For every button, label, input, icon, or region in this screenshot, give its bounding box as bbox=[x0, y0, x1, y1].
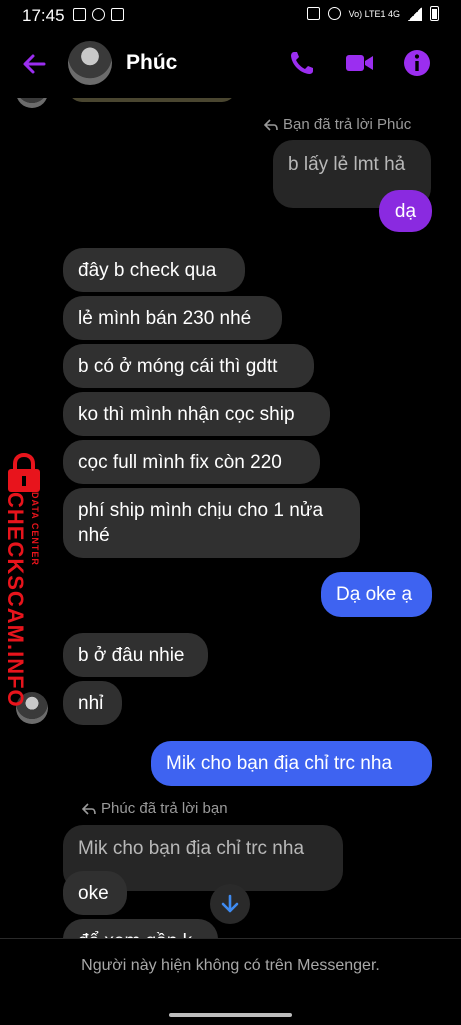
message-line: phí ship mình chịu cho 1 nửa bbox=[78, 500, 324, 521]
received-message-partial[interactable]: để xem gần k bbox=[63, 919, 218, 938]
video-call-icon[interactable] bbox=[344, 48, 374, 78]
received-message[interactable]: nhỉ bbox=[63, 681, 122, 725]
footer: Người này hiện không có trên Messenger. bbox=[0, 938, 461, 1025]
reply-icon bbox=[82, 802, 96, 815]
received-message[interactable]: đây b check qua bbox=[63, 248, 245, 292]
network-label: Vo) LTE1 4G bbox=[348, 8, 400, 19]
back-arrow-icon[interactable] bbox=[18, 48, 50, 80]
messenger-icon bbox=[92, 8, 105, 21]
sent-message[interactable]: Mik cho bạn địa chỉ trc nha bbox=[151, 741, 432, 786]
sent-message[interactable]: Dạ oke ạ bbox=[321, 572, 432, 617]
watermark-subtext: DATA CENTER bbox=[30, 492, 40, 566]
contact-avatar-small bbox=[16, 98, 48, 108]
received-message[interactable]: b có ở móng cái thì gdtt bbox=[63, 344, 314, 388]
home-indicator[interactable] bbox=[169, 1013, 292, 1017]
phone-call-icon[interactable] bbox=[287, 48, 317, 78]
status-bar: 17:45 Vo) LTE1 4G bbox=[0, 0, 461, 30]
app-icon bbox=[111, 8, 124, 21]
received-message[interactable]: phí ship mình chịu cho 1 nửa nhé bbox=[63, 488, 360, 558]
scroll-to-bottom-button[interactable] bbox=[210, 884, 250, 924]
battery-icon bbox=[430, 6, 439, 21]
image-icon bbox=[73, 8, 86, 21]
watermark-text: CHECKSCAM.INFO bbox=[3, 492, 28, 708]
signal-icon bbox=[408, 6, 422, 21]
unavailable-notice: Người này hiện không có trên Messenger. bbox=[81, 957, 380, 974]
received-message[interactable]: lẻ mình bán 230 nhé bbox=[63, 296, 282, 340]
reply-label-contact: Phúc đã trả lời bạn bbox=[82, 800, 228, 817]
contact-avatar[interactable] bbox=[68, 41, 112, 85]
sent-message[interactable]: dạ bbox=[379, 190, 432, 232]
received-message[interactable]: b ở đâu nhie bbox=[63, 633, 208, 677]
notification-icons bbox=[73, 8, 124, 21]
alarm-icon bbox=[306, 7, 320, 20]
message-line: nhé bbox=[78, 525, 110, 546]
received-message[interactable]: ko thì mình nhận cọc ship bbox=[63, 392, 330, 436]
chat-header: Phúc bbox=[0, 30, 461, 98]
message-list[interactable]: Bạn đã trả lời Phúc b lấy lẻ lmt hả dạ đ… bbox=[0, 98, 461, 938]
received-message[interactable]: cọc full mình fix còn 220 bbox=[63, 440, 320, 484]
status-time: 17:45 bbox=[22, 6, 65, 25]
info-icon[interactable] bbox=[402, 48, 432, 78]
arrow-down-icon bbox=[221, 894, 239, 913]
shared-image-partial[interactable] bbox=[68, 98, 236, 102]
reply-label-text: Phúc đã trả lời bạn bbox=[101, 800, 228, 817]
received-message[interactable]: oke bbox=[63, 871, 127, 915]
status-right: Vo) LTE1 4G bbox=[306, 6, 439, 21]
checkscam-watermark: DATA CENTER CHECKSCAM.INFO bbox=[0, 452, 52, 708]
mute-icon bbox=[327, 7, 341, 20]
reply-label-text: Bạn đã trả lời Phúc bbox=[283, 116, 412, 133]
reply-icon bbox=[264, 118, 278, 131]
contact-name[interactable]: Phúc bbox=[126, 51, 177, 75]
lock-icon bbox=[8, 452, 40, 492]
reply-label-you: Bạn đã trả lời Phúc bbox=[264, 116, 411, 133]
